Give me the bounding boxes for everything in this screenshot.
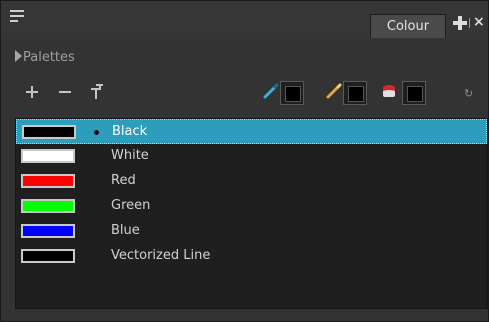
colour-name: Red — [111, 173, 136, 188]
colour-swatch — [21, 199, 75, 213]
palettes-label: Palettes — [23, 50, 75, 65]
add-colour-button[interactable] — [26, 86, 38, 98]
brush-colour-swatch[interactable] — [343, 81, 367, 105]
colour-swatch — [22, 125, 76, 139]
remove-colour-button[interactable] — [59, 91, 71, 93]
pencil-colour-fill — [285, 86, 301, 102]
colour-swatch — [21, 224, 75, 238]
link-icon[interactable]: ↻ — [464, 88, 474, 99]
pencil-colour-swatch[interactable] — [280, 81, 304, 105]
colour-swatch — [21, 249, 75, 263]
close-icon[interactable]: × — [473, 15, 485, 29]
colour-swatch — [21, 174, 75, 188]
disclosure-triangle-icon — [15, 50, 22, 62]
tab-colour[interactable]: Colour — [370, 14, 446, 38]
menu-icon[interactable] — [10, 10, 24, 24]
colour-row-green[interactable]: Green — [16, 194, 487, 219]
paint-bucket-icon — [383, 85, 395, 97]
colour-row-white[interactable]: White — [16, 144, 487, 169]
colour-name: Blue — [111, 223, 140, 238]
add-view-icon[interactable] — [453, 16, 467, 30]
colour-name: Vectorized Line — [111, 248, 211, 263]
clone-colour-button[interactable] — [89, 84, 103, 100]
pen-icon — [263, 83, 279, 99]
paint-colour-swatch[interactable] — [402, 81, 426, 105]
colour-swatch — [21, 149, 75, 163]
brush-icon — [326, 83, 342, 99]
palettes-toggle[interactable]: Palettes — [15, 49, 75, 67]
colour-name: Green — [111, 198, 151, 213]
colour-list: Black White Red Green Blue Vectorized Li… — [15, 118, 488, 309]
paint-colour-fill — [407, 86, 423, 102]
colour-row-blue[interactable]: Blue — [16, 219, 487, 244]
divider — [469, 18, 470, 28]
colour-name: Black — [112, 124, 148, 139]
title-bar: Colour × — [1, 1, 488, 39]
colour-row-vectorized-line[interactable]: Vectorized Line — [16, 244, 487, 269]
colour-row-red[interactable]: Red — [16, 169, 487, 194]
colour-name: White — [111, 148, 149, 163]
colour-view-panel: Colour × Palettes ↻ Black White Red Gree… — [0, 0, 489, 322]
colour-row-black[interactable]: Black — [16, 119, 487, 144]
selected-dot-icon — [94, 130, 99, 135]
brush-colour-fill — [348, 86, 364, 102]
